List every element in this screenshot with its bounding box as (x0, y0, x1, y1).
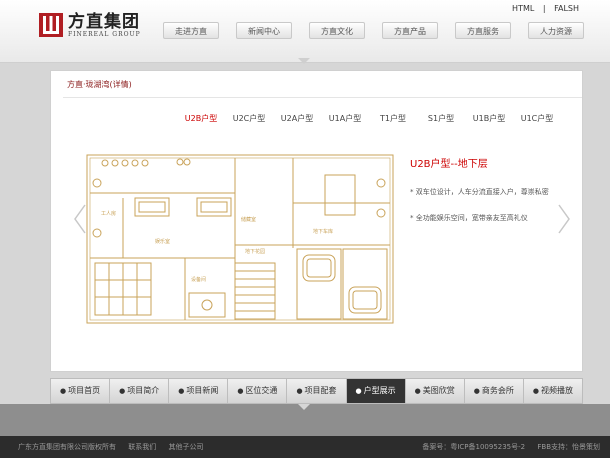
brand-logo[interactable]: 方直集团 FINEREAL GROUP (38, 12, 141, 38)
tab-u1c[interactable]: U1C户型 (513, 113, 561, 124)
bullet-icon: ● (355, 387, 362, 395)
version-links: HTML | FALSH (509, 4, 582, 13)
room-label-garden: 地下花园 (245, 248, 265, 255)
tab-s1[interactable]: S1户型 (417, 113, 465, 124)
bnav-gallery[interactable]: ● 美图欣赏 (406, 379, 465, 403)
floorplan-drawing: 地下车库 储藏室 地下花园 工人房 设备间 娱乐室 (86, 154, 394, 324)
tab-u2b[interactable]: U2B户型 (177, 113, 225, 124)
room-label-entertainment: 娱乐室 (155, 238, 170, 245)
bullet-icon: ● (60, 387, 67, 395)
project-nav: ● 项目首页 ● 项目简介 ● 项目新闻 ● 区位交通 ● 项目配套 ● 户型展示 ● 美图欣… (50, 378, 583, 404)
link-separator: | (542, 4, 546, 13)
room-label-garage: 地下车库 (313, 228, 333, 235)
flash-link[interactable]: FALSH (554, 4, 579, 13)
room-label-worker: 工人房 (101, 210, 116, 217)
logo-english: FINEREAL GROUP (68, 30, 141, 38)
bnav-video[interactable]: ● 视频播放 (524, 379, 582, 403)
next-arrow-icon[interactable] (557, 204, 571, 234)
logo-chinese: 方直集团 (68, 11, 140, 32)
copyright-text: 广东方直集团有限公司版权所有 (18, 443, 116, 451)
icp-record: 备案号：粤ICP备10095235号-2 (422, 443, 526, 451)
site-header: 方直集团 FINEREAL GROUP HTML | FALSH 走进方直 新闻… (0, 0, 610, 63)
bnav-home[interactable]: ● 项目首页 (51, 379, 111, 403)
bnav-intro[interactable]: ● 项目简介 (110, 379, 170, 403)
nav-services[interactable]: 方直服务 (455, 22, 511, 39)
main-nav: 走进方直 新闻中心 方直文化 方直产品 方直服务 人力资源 (163, 22, 601, 39)
bnav-floorplans[interactable]: ● 户型展示 (346, 379, 406, 403)
html-link[interactable]: HTML (512, 4, 534, 13)
bullet-icon: ● (532, 387, 539, 395)
divider (63, 97, 582, 98)
room-label-equipment: 设备间 (191, 276, 206, 283)
bullet-icon: ● (237, 387, 244, 395)
bullet-icon: ● (178, 387, 185, 395)
bullet-icon: ● (473, 387, 480, 395)
bnav-clubhouse[interactable]: ● 商务会所 (465, 379, 524, 403)
contact-link[interactable]: 联系我们 (128, 443, 156, 451)
bnav-location[interactable]: ● 区位交通 (228, 379, 288, 403)
tab-u1a[interactable]: U1A户型 (321, 113, 369, 124)
floorplan-tabs: U2B户型 U2C户型 U2A户型 U1A户型 T1户型 S1户型 U1B户型 … (177, 113, 561, 124)
nav-culture[interactable]: 方直文化 (309, 22, 365, 39)
nav-about[interactable]: 走进方直 (163, 22, 219, 39)
breadcrumb: 方直·珑湖湾(详情) (67, 80, 132, 89)
tech-support: FBB支持：怡景策划 (537, 443, 600, 451)
tab-u1b[interactable]: U1B户型 (465, 113, 513, 124)
nav-news[interactable]: 新闻中心 (236, 22, 292, 39)
header-notch (298, 58, 310, 64)
nav-products[interactable]: 方直产品 (382, 22, 438, 39)
bullet-icon: ● (414, 387, 421, 395)
room-label-storage: 储藏室 (241, 216, 256, 223)
plan-note-2: * 全功能娱乐空间，宽带亲友至高礼仪 (410, 214, 528, 222)
nav-hr[interactable]: 人力资源 (528, 22, 584, 39)
bnav-facilities[interactable]: ● 项目配套 (287, 379, 347, 403)
plan-note-1: * 双车位设计，人车分流直接入户，尊崇私密 (410, 188, 549, 196)
subsidiaries-link[interactable]: 其他子公司 (168, 443, 203, 451)
tab-u2c[interactable]: U2C户型 (225, 113, 273, 124)
site-footer: 广东方直集团有限公司版权所有 联系我们 其他子公司 备案号：粤ICP备10095… (0, 436, 610, 458)
tab-u2a[interactable]: U2A户型 (273, 113, 321, 124)
tab-t1[interactable]: T1户型 (369, 113, 417, 124)
bnav-news[interactable]: ● 项目新闻 (169, 379, 229, 403)
plan-title: U2B户型--地下层 (410, 159, 488, 170)
footer-notch (298, 404, 310, 410)
content-panel: 方直·珑湖湾(详情) U2B户型 U2C户型 U2A户型 U1A户型 T1户型 … (50, 70, 583, 372)
bullet-icon: ● (119, 387, 126, 395)
bullet-icon: ● (296, 387, 303, 395)
logo-mark-icon (39, 13, 63, 37)
